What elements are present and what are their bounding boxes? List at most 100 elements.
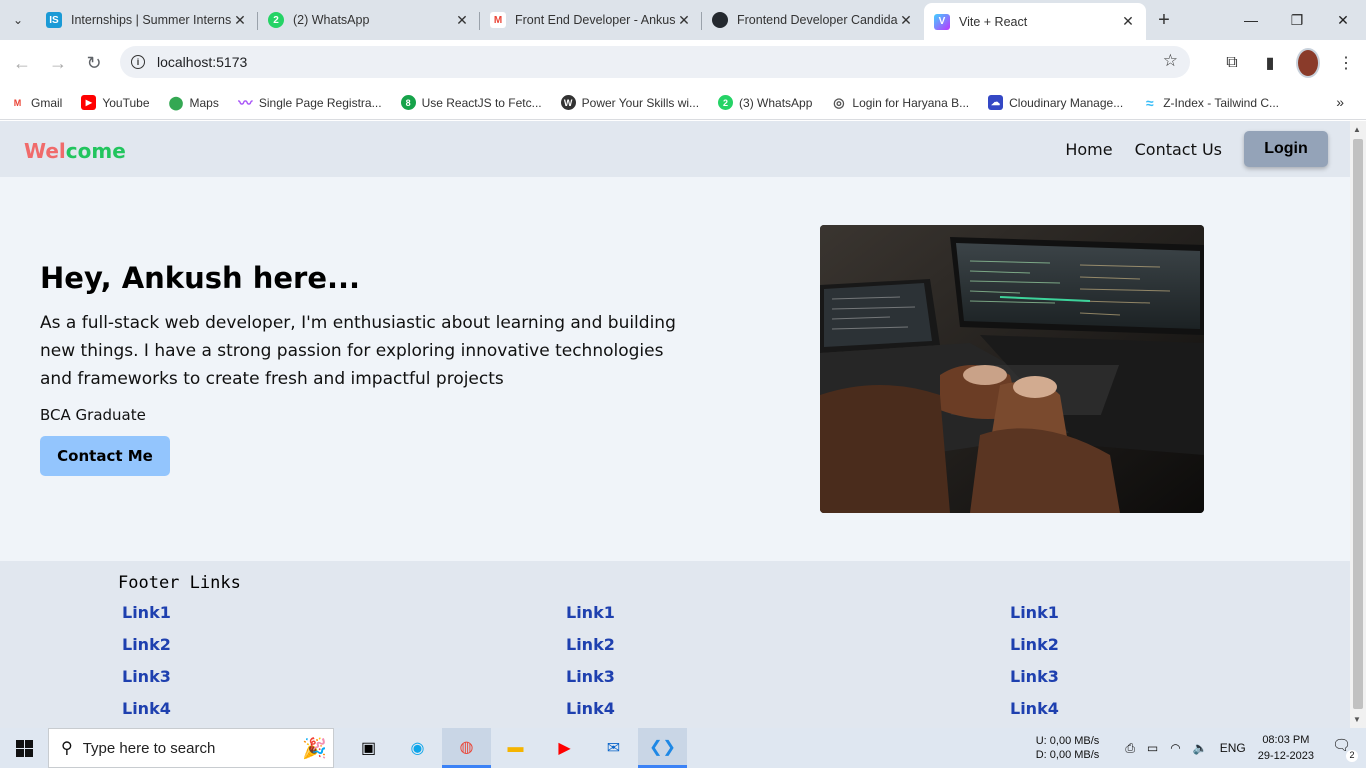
internshala-icon: IS [46, 12, 62, 28]
bookmark-cloudinary[interactable]: ☁ Cloudinary Manage... [988, 95, 1123, 110]
language-indicator[interactable]: ENG [1220, 741, 1246, 755]
gmail-icon: M [13, 97, 22, 108]
tab-title: Front End Developer - Ankus [515, 13, 676, 27]
footer-link[interactable]: Link2 [566, 635, 615, 667]
extensions-icon[interactable]: ⧉ [1220, 48, 1244, 78]
close-icon[interactable]: ✕ [898, 12, 914, 29]
nav-contact-link[interactable]: Contact Us [1135, 140, 1222, 159]
browser-toolbar: ← → ↻ i localhost:5173 ☆ ⧉ ▮ ⋮ [0, 40, 1366, 86]
footer-link[interactable]: Link2 [1010, 635, 1059, 667]
chevron-right-icon[interactable]: » [1336, 94, 1344, 110]
bookmark-wordpress[interactable]: W Power Your Skills wi... [560, 95, 699, 110]
degree-text: BCA Graduate [40, 406, 146, 424]
tab-internships[interactable]: IS Internships | Summer Interns ✕ [36, 3, 258, 37]
footer-link[interactable]: Link3 [122, 667, 171, 699]
scroll-down-icon[interactable]: ▼ [1353, 715, 1361, 724]
close-icon[interactable]: ✕ [232, 12, 248, 29]
close-icon[interactable]: ✕ [1120, 13, 1136, 30]
hero-heading: Hey, Ankush here... [40, 261, 361, 295]
system-tray: U: 0,00 MB/s D: 0,00 MB/s ⎙ ▭ ◠ 🔈 ENG 08… [1036, 728, 1366, 768]
outlook-icon[interactable]: ✉ [589, 728, 638, 768]
footer-column-1: Link1 Link2 Link3 Link4 [122, 603, 171, 728]
profile-avatar[interactable] [1296, 48, 1320, 78]
menu-kebab-icon[interactable]: ⋮ [1334, 48, 1358, 78]
chevron-down-icon: ⌄ [12, 13, 24, 27]
footer-link[interactable]: Link1 [566, 603, 615, 635]
info-icon[interactable]: i [131, 55, 145, 69]
footer-link[interactable]: Link3 [1010, 667, 1059, 699]
tab-strip: ⌄ IS Internships | Summer Interns ✕ 2 (2… [0, 0, 1366, 40]
maps-icon: ⬤ [168, 94, 184, 110]
contact-me-button[interactable]: Contact Me [40, 436, 170, 476]
vite-icon: V [934, 13, 950, 30]
new-tab-button[interactable]: + [1146, 0, 1182, 40]
tab-gmail[interactable]: M Front End Developer - Ankus ✕ [480, 3, 702, 37]
bookmark-gmail[interactable]: M Gmail [10, 95, 63, 110]
scroll-up-icon[interactable]: ▲ [1353, 125, 1361, 134]
footer-column-2: Link1 Link2 Link3 Link4 [566, 603, 615, 728]
url-text[interactable]: localhost:5173 [157, 54, 247, 70]
close-icon[interactable]: ✕ [454, 12, 470, 29]
tab-title: Vite + React [959, 14, 1028, 29]
windows-start-icon[interactable] [0, 728, 48, 768]
tab-vite-react[interactable]: V Vite + React ✕ [924, 3, 1146, 40]
whatsapp-icon: 2 [268, 12, 284, 28]
bookmark-youtube[interactable]: ▶ YouTube [81, 95, 150, 110]
bookmark-whatsapp[interactable]: 2 (3) WhatsApp [718, 95, 812, 110]
bookmark-maps[interactable]: ⬤ Maps [169, 95, 219, 110]
footer-link[interactable]: Link4 [122, 699, 171, 728]
login-button[interactable]: Login [1244, 131, 1328, 167]
footer-link[interactable]: Link2 [122, 635, 171, 667]
bookmark-tailwind[interactable]: ≈ Z-Index - Tailwind C... [1142, 95, 1279, 111]
bookmark-reactjs[interactable]: 8 Use ReactJS to Fetc... [400, 95, 542, 110]
back-icon[interactable]: ← [4, 45, 40, 81]
page-viewport: Welcome Home Contact Us Login Hey, Ankus… [0, 121, 1350, 728]
minimize-icon[interactable]: — [1228, 0, 1274, 40]
clock[interactable]: 08:03 PM 29-12-2023 [1258, 732, 1314, 764]
task-view-icon[interactable]: ▣ [344, 728, 393, 768]
footer-link[interactable]: Link4 [566, 699, 615, 728]
tab-github[interactable]: Frontend Developer Candida ✕ [702, 3, 924, 37]
youtube-app-icon[interactable]: ▶ [540, 728, 589, 768]
reload-icon[interactable]: ↻ [76, 45, 112, 81]
footer-link[interactable]: Link1 [1010, 603, 1059, 635]
chrome-icon[interactable]: ◍ [442, 728, 491, 768]
tab-whatsapp[interactable]: 2 (2) WhatsApp ✕ [258, 3, 480, 37]
footer-link[interactable]: Link3 [566, 667, 615, 699]
whatsapp-icon: 2 [718, 95, 734, 110]
gmail-icon: M [490, 12, 506, 28]
bookmarks-bar: M Gmail ▶ YouTube ⬤ Maps 〰 Single Page Regis… [0, 86, 1366, 120]
site-navbar: Welcome Home Contact Us Login [0, 121, 1350, 177]
meet-icon[interactable]: ⎙ [1125, 741, 1135, 756]
wifi-icon[interactable]: ◠ [1170, 741, 1180, 755]
bookmark-star-icon[interactable]: ☆ [1163, 51, 1178, 71]
site-logo[interactable]: Welcome [24, 139, 126, 163]
restore-icon[interactable]: ❐ [1274, 0, 1320, 40]
tab-search-button[interactable]: ⌄ [0, 0, 36, 40]
address-bar[interactable]: i localhost:5173 ☆ [120, 46, 1190, 78]
close-icon[interactable]: ✕ [676, 12, 692, 29]
laptop-coding-photo [820, 225, 1204, 513]
plus-icon: + [1158, 8, 1170, 31]
close-window-icon[interactable]: ✕ [1320, 0, 1366, 40]
notification-icon[interactable]: 🗨 2 [1332, 736, 1358, 762]
swirl-icon: 〰 [238, 94, 253, 111]
volume-icon[interactable]: 🔈 [1193, 741, 1208, 755]
github-icon [712, 12, 728, 28]
file-explorer-icon[interactable]: ▬ [491, 728, 540, 768]
footer-link[interactable]: Link1 [122, 603, 171, 635]
sidepanel-icon[interactable]: ▮ [1258, 48, 1282, 78]
battery-icon[interactable]: ▭ [1147, 741, 1158, 755]
vscode-icon[interactable]: ❮❯ [638, 728, 687, 768]
scrollbar-thumb[interactable] [1353, 139, 1363, 709]
vertical-scrollbar[interactable]: ▲ ▼ [1350, 121, 1366, 728]
edge-icon[interactable]: ◉ [393, 728, 442, 768]
bookmark-haryana[interactable]: ◎ Login for Haryana B... [831, 95, 969, 110]
bookmark-registration[interactable]: 〰 Single Page Registra... [238, 94, 381, 111]
youtube-icon: ▶ [81, 95, 97, 110]
nav-home-link[interactable]: Home [1065, 140, 1112, 159]
forward-icon[interactable]: → [40, 45, 76, 81]
cloudinary-icon: ☁ [988, 95, 1004, 110]
footer-link[interactable]: Link4 [1010, 699, 1059, 728]
taskbar-search-box[interactable]: ⚲ Type here to search 🎉 [48, 728, 334, 768]
